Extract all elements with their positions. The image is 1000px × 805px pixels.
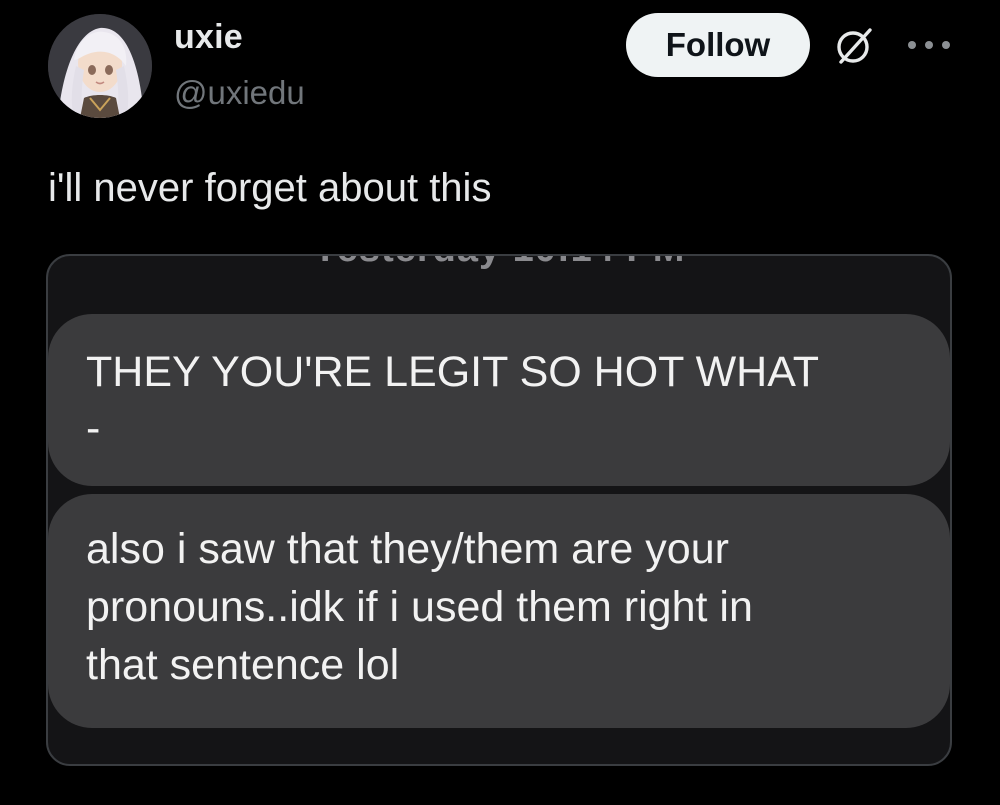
author-display-name[interactable]: uxie <box>174 18 243 57</box>
message-bubble: also i saw that they/them are your prono… <box>48 494 950 728</box>
message-timestamp: Yesterday 10:14 PM <box>48 256 950 271</box>
message-text-line: THEY YOU'RE LEGIT SO HOT WHAT <box>86 348 819 396</box>
message-text-line: that sentence lol <box>86 641 400 689</box>
grok-icon[interactable] <box>832 24 876 68</box>
message-text-line: - <box>86 404 101 452</box>
post-text: i'll never forget about this <box>48 166 492 210</box>
avatar-image <box>48 14 152 118</box>
avatar[interactable] <box>48 14 152 118</box>
more-icon[interactable] <box>904 37 954 53</box>
message-text-line: also i saw that they/them are your <box>86 525 729 573</box>
message-text-line: pronouns..idk if i used them right in <box>86 583 753 631</box>
message-bubble: THEY YOU'RE LEGIT SO HOT WHAT - <box>48 314 950 486</box>
follow-button[interactable]: Follow <box>626 13 810 77</box>
author-handle[interactable]: @uxiedu <box>174 74 305 112</box>
post-media-image[interactable]: Yesterday 10:14 PM THEY YOU'RE LEGIT SO … <box>46 254 952 766</box>
